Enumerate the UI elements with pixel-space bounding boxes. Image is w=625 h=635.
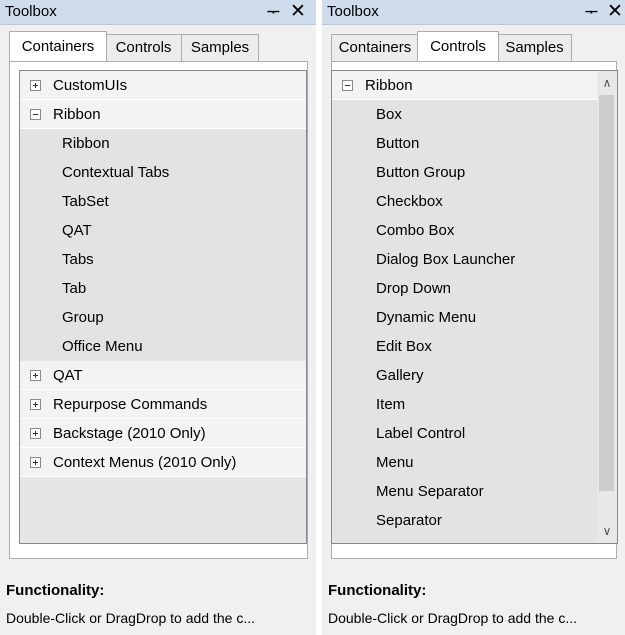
toolbox-panel-right: Toolbox ᅮ ✕ Containers Controls Samples … — [322, 0, 625, 635]
tree-item-label: QAT — [62, 222, 92, 239]
tree-item-label: Contextual Tabs — [62, 164, 170, 181]
tree-item-label: Menu — [376, 454, 414, 471]
toolbox-panel-left: Toolbox ᅮ ✕ Containers Controls Samples … — [0, 0, 316, 635]
tree-item-label: Label Control — [376, 425, 466, 442]
tree-item[interactable]: Dialog Box Launcher — [332, 245, 617, 274]
tree-group-label: Backstage (2010 Only) — [53, 425, 206, 442]
tree-item[interactable]: Separator — [332, 506, 617, 535]
functionality-text: Double-Click or DragDrop to add the c... — [328, 610, 577, 626]
tree-item[interactable]: Contextual Tabs — [20, 158, 306, 187]
scroll-up-icon[interactable]: ∧ — [597, 73, 617, 93]
tree-item[interactable]: Edit Box — [332, 332, 617, 361]
tree-group-label: Ribbon — [53, 106, 101, 123]
collapse-icon[interactable] — [342, 80, 353, 91]
functionality-title: Functionality: — [328, 582, 427, 599]
tree-item-label: Checkbox — [376, 193, 443, 210]
tree-item[interactable]: Box — [332, 100, 617, 129]
tree-view[interactable]: Ribbon Box Button Button Group Checkbox Combo… — [331, 70, 618, 544]
vertical-scrollbar[interactable]: ∧ ∨ — [597, 71, 617, 543]
tree-group-row[interactable]: Ribbon — [20, 100, 306, 129]
tree-item-label: Dialog Box Launcher — [376, 251, 516, 268]
expand-icon[interactable] — [30, 428, 41, 439]
tree-item-label: Group — [62, 309, 104, 326]
tree-item[interactable]: Menu — [332, 448, 617, 477]
pin-icon[interactable]: ᅮ — [267, 2, 280, 22]
tree-group-row[interactable]: QAT — [20, 361, 306, 390]
tree-item-label: Button Group — [376, 164, 466, 181]
expand-icon[interactable] — [30, 399, 41, 410]
tree-item-label: Item — [376, 396, 406, 413]
tree-item[interactable]: TabSet — [20, 187, 306, 216]
tree-item-label: Gallery — [376, 367, 424, 384]
tree-view[interactable]: CustomUIs Ribbon Ribbon Contextual Tabs TabS… — [19, 70, 307, 544]
tree-group-label: Context Menus (2010 Only) — [53, 454, 237, 471]
tree-group-row[interactable]: Ribbon — [332, 71, 617, 100]
close-icon[interactable]: ✕ — [290, 0, 306, 23]
tab-controls[interactable]: Controls — [104, 34, 183, 61]
panel-title: Toolbox — [5, 3, 57, 20]
functionality-title: Functionality: — [6, 582, 105, 599]
tree-item-label: Edit Box — [376, 338, 432, 355]
tree-item[interactable]: Button Group — [332, 158, 617, 187]
tree-group-row[interactable]: Repurpose Commands — [20, 390, 306, 419]
scroll-thumb[interactable] — [599, 95, 614, 491]
tree-item-label: Button — [376, 135, 420, 152]
expand-icon[interactable] — [30, 370, 41, 381]
tree-item-label: Tab — [62, 280, 87, 297]
tree-item-label: Separator — [376, 512, 442, 529]
collapse-icon[interactable] — [30, 109, 41, 120]
scroll-down-icon[interactable]: ∨ — [597, 521, 617, 541]
tree-item[interactable]: QAT — [20, 216, 306, 245]
tree-item[interactable]: Split Button — [332, 535, 617, 543]
tree-item[interactable]: Group — [20, 303, 306, 332]
tree-item-label: Menu Separator — [376, 483, 484, 500]
tree-item[interactable]: Button — [332, 129, 617, 158]
tree-item-label: Combo Box — [376, 222, 455, 239]
tree-item[interactable]: Dynamic Menu — [332, 303, 617, 332]
tree-item[interactable]: Drop Down — [332, 274, 617, 303]
tree-item-label: Split Button — [376, 535, 453, 543]
tree-item[interactable]: Combo Box — [332, 216, 617, 245]
tab-containers[interactable]: Containers — [9, 31, 107, 61]
pin-icon[interactable]: ᅮ — [585, 2, 598, 22]
expand-icon[interactable] — [30, 80, 41, 91]
tree-item[interactable]: Tab — [20, 274, 306, 303]
expand-icon[interactable] — [30, 457, 41, 468]
title-bar: Toolbox ᅮ ✕ — [322, 0, 625, 25]
tree-item[interactable]: Label Control — [332, 419, 617, 448]
tab-controls[interactable]: Controls — [417, 31, 499, 61]
functionality-text: Double-Click or DragDrop to add the c... — [6, 610, 255, 626]
tree-item[interactable]: Tabs — [20, 245, 306, 274]
tree-item-label: TabSet — [62, 193, 109, 210]
tree-item[interactable]: Gallery — [332, 361, 617, 390]
tree-group-row[interactable]: Context Menus (2010 Only) — [20, 448, 306, 477]
tree-item[interactable]: Ribbon — [20, 129, 306, 158]
tree-group-label: QAT — [53, 367, 83, 384]
tree-item-label: Ribbon — [62, 135, 110, 152]
panel-title: Toolbox — [327, 3, 379, 20]
tree-group-label: Repurpose Commands — [53, 396, 208, 413]
tree-group-row[interactable]: CustomUIs — [20, 71, 306, 100]
title-bar: Toolbox ᅮ ✕ — [0, 0, 316, 25]
close-icon[interactable]: ✕ — [607, 0, 623, 23]
tree-item-label: Office Menu — [62, 338, 143, 355]
tree-item-label: Box — [376, 106, 402, 123]
tree-item[interactable]: Checkbox — [332, 187, 617, 216]
tab-samples[interactable]: Samples — [497, 34, 572, 61]
tree-group-label: Ribbon — [365, 77, 413, 94]
tab-samples[interactable]: Samples — [181, 34, 259, 61]
tree-item[interactable]: Menu Separator — [332, 477, 617, 506]
tree-group-label: CustomUIs — [53, 77, 128, 94]
tree-item-label: Tabs — [62, 251, 94, 268]
tree-item[interactable]: Item — [332, 390, 617, 419]
tree-item-label: Dynamic Menu — [376, 309, 477, 326]
tab-containers[interactable]: Containers — [331, 34, 419, 61]
tree-item[interactable]: Office Menu — [20, 332, 306, 361]
tree-item-label: Drop Down — [376, 280, 452, 297]
tree-group-row[interactable]: Backstage (2010 Only) — [20, 419, 306, 448]
